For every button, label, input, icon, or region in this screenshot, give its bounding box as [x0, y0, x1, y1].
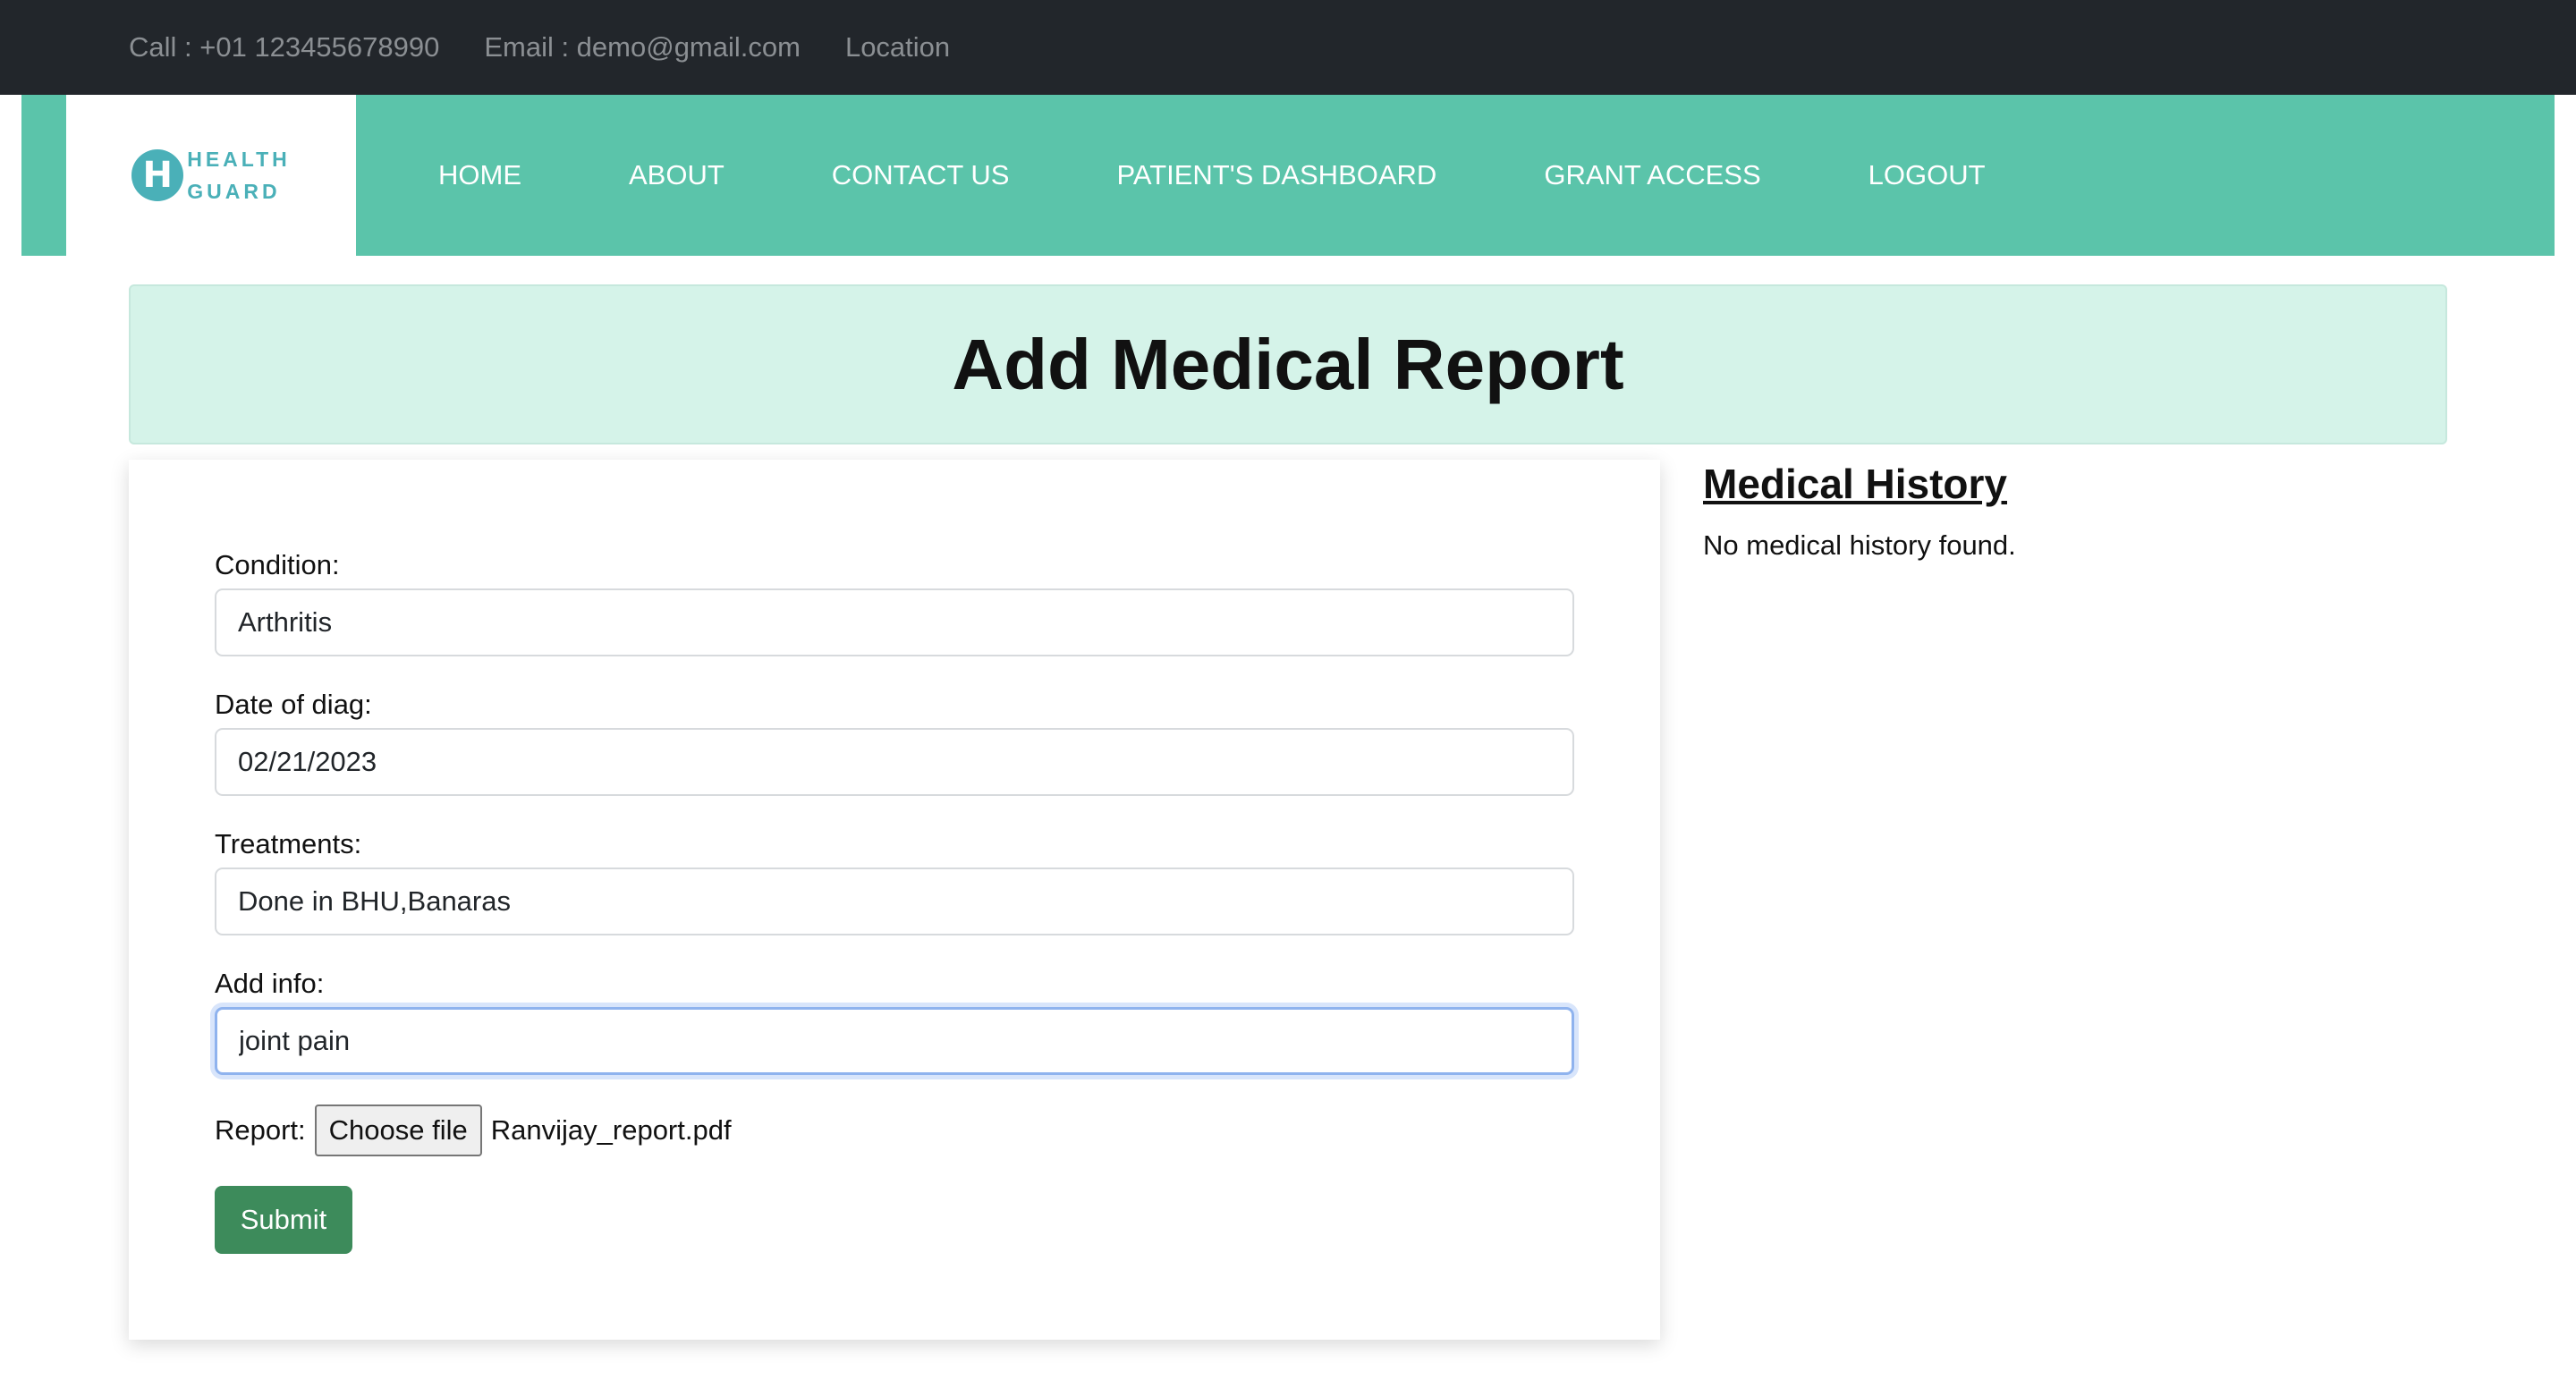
logo[interactable]: H HEALTH GUARD [66, 95, 356, 256]
medical-report-form: Condition: Date of diag: Treatments: Add… [129, 460, 1660, 1340]
page-title: Add Medical Report [952, 324, 1624, 404]
top-info-bar: Call : +01 123455678990 Email : demo@gma… [0, 0, 2576, 95]
logo-h-icon: H [131, 149, 184, 201]
nav-patients-dashboard[interactable]: PATIENT'S DASHBOARD [1116, 159, 1436, 191]
report-label: Report: [215, 1114, 306, 1146]
logo-text-guard: GUARD [187, 180, 281, 203]
info-input[interactable] [215, 1007, 1574, 1075]
nav-menu: HOME ABOUT CONTACT US PATIENT'S DASHBOAR… [438, 95, 2093, 256]
info-label: Add info: [215, 968, 325, 999]
email-info: Email : demo@gmail.com [484, 31, 801, 63]
choose-file-button[interactable]: Choose file [314, 1104, 482, 1156]
page-header-banner: Add Medical Report [129, 284, 2447, 444]
condition-input[interactable] [215, 588, 1574, 656]
medical-history-section: Medical History No medical history found… [1703, 460, 2016, 562]
main-navbar: H HEALTH GUARD HOME ABOUT CONTACT US PAT… [21, 95, 2555, 256]
condition-label: Condition: [215, 549, 340, 580]
location-link[interactable]: Location [845, 31, 950, 63]
medical-history-title: Medical History [1703, 461, 2007, 507]
selected-file-name: Ranvijay_report.pdf [490, 1114, 732, 1146]
medical-history-empty: No medical history found. [1703, 529, 2016, 561]
date-input[interactable] [215, 728, 1574, 796]
call-info: Call : +01 123455678990 [129, 31, 440, 63]
nav-grant-access[interactable]: GRANT ACCESS [1544, 159, 1760, 191]
nav-home[interactable]: HOME [438, 159, 521, 191]
nav-contact-us[interactable]: CONTACT US [832, 159, 1010, 191]
treatments-label: Treatments: [215, 828, 362, 859]
report-upload-row: Report: Choose file Ranvijay_report.pdf [215, 1104, 732, 1157]
logo-text-health: HEALTH [187, 148, 291, 171]
date-label: Date of diag: [215, 689, 372, 720]
treatments-input[interactable] [215, 868, 1574, 935]
nav-logout[interactable]: LOGOUT [1868, 159, 1986, 191]
nav-about[interactable]: ABOUT [629, 159, 724, 191]
submit-button[interactable]: Submit [215, 1186, 352, 1254]
